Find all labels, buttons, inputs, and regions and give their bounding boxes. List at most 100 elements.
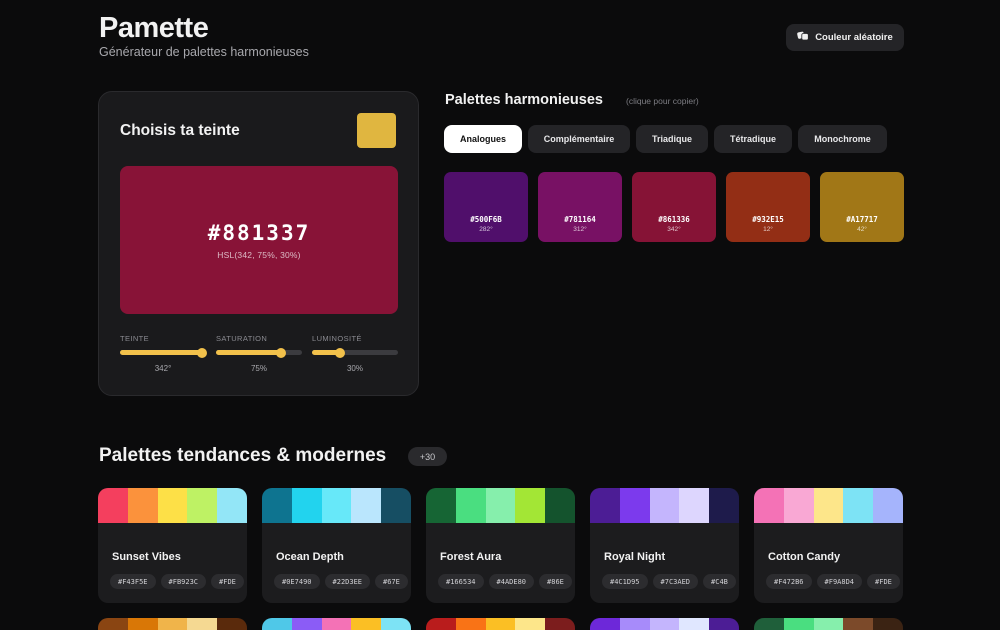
palette-card[interactable]: Cotton Candy #F472B6 #F9A8D4 #FDE — [754, 488, 903, 603]
hex-chip[interactable]: #4C1D95 — [602, 574, 648, 589]
saturation-slider-thumb[interactable] — [275, 347, 286, 358]
hex-chip[interactable]: #FDE — [867, 574, 900, 589]
hex-chip[interactable]: #C4B — [703, 574, 736, 589]
palette-color[interactable] — [157, 618, 188, 630]
palette-card[interactable]: Sunset Vibes #F43F5E #FB923C #FDE — [98, 488, 247, 603]
hex-chip[interactable]: #22D3EE — [324, 574, 371, 589]
palette-color[interactable] — [217, 488, 247, 523]
hex-chip[interactable]: #7C3AED — [652, 574, 699, 589]
palette-card[interactable]: Forest Aura #166534 #4ADE80 #86E — [426, 488, 575, 603]
palette-color[interactable] — [351, 618, 382, 630]
saturation-slider-track[interactable] — [216, 347, 302, 358]
palette-color[interactable] — [679, 488, 710, 523]
palette-card[interactable] — [426, 618, 575, 630]
tab-tetradique[interactable]: Tétradique — [714, 125, 792, 153]
hex-chip[interactable]: #FDE — [211, 574, 244, 589]
palette-color[interactable] — [98, 618, 128, 630]
palette-color[interactable] — [426, 488, 456, 523]
palette-color[interactable] — [545, 618, 575, 630]
palette-color[interactable] — [426, 618, 456, 630]
saturation-slider[interactable]: SATURATION 75% — [216, 334, 302, 373]
palette-color[interactable] — [783, 488, 814, 523]
palette-color[interactable] — [291, 618, 322, 630]
palette-color[interactable] — [381, 618, 411, 630]
palette-card[interactable] — [590, 618, 739, 630]
palette-color[interactable] — [291, 488, 322, 523]
palette-color[interactable] — [649, 488, 680, 523]
palette-color[interactable] — [455, 488, 486, 523]
harmony-swatch[interactable]: #932E15 12° — [726, 172, 810, 242]
palette-color[interactable] — [754, 618, 784, 630]
palette-color[interactable] — [217, 618, 247, 630]
palette-color[interactable] — [187, 488, 218, 523]
palette-color[interactable] — [455, 618, 486, 630]
palette-color[interactable] — [187, 618, 218, 630]
palette-color[interactable] — [873, 618, 903, 630]
palette-color[interactable] — [381, 488, 411, 523]
harmony-swatch[interactable]: #781164 312° — [538, 172, 622, 242]
palette-color[interactable] — [262, 618, 292, 630]
palette-color[interactable] — [98, 488, 128, 523]
color-preview[interactable]: #881337 HSL(342, 75%, 30%) — [120, 166, 398, 314]
palette-color[interactable] — [649, 618, 680, 630]
palette-card[interactable]: Royal Night #4C1D95 #7C3AED #C4B — [590, 488, 739, 603]
hex-chip[interactable]: #67E — [375, 574, 408, 589]
palette-color[interactable] — [754, 488, 784, 523]
palette-card[interactable]: Ocean Depth #0E7490 #22D3EE #67E — [262, 488, 411, 603]
palette-color[interactable] — [321, 618, 352, 630]
palette-color[interactable] — [619, 618, 650, 630]
lightness-slider[interactable]: LUMINOSITÉ 30% — [312, 334, 398, 373]
selected-color-swatch[interactable] — [357, 113, 396, 148]
palette-color[interactable] — [813, 618, 844, 630]
saturation-slider-label: SATURATION — [216, 334, 268, 343]
hex-chip[interactable]: #0E7490 — [274, 574, 320, 589]
palette-color[interactable] — [843, 618, 874, 630]
palette-color[interactable] — [843, 488, 874, 523]
random-color-button[interactable]: Couleur aléatoire — [786, 24, 904, 51]
hex-chip[interactable]: #F472B6 — [766, 574, 812, 589]
hex-chip[interactable]: #FB923C — [160, 574, 207, 589]
palette-color[interactable] — [813, 488, 844, 523]
palette-color[interactable] — [783, 618, 814, 630]
palette-color[interactable] — [619, 488, 650, 523]
hex-chip[interactable]: #F9A8D4 — [816, 574, 863, 589]
palette-card[interactable] — [98, 618, 247, 630]
hex-chip[interactable]: #4ADE80 — [488, 574, 535, 589]
lightness-slider-track[interactable] — [312, 347, 398, 358]
palette-color[interactable] — [157, 488, 188, 523]
palette-color[interactable] — [590, 618, 620, 630]
palette-color[interactable] — [679, 618, 710, 630]
tab-analogues[interactable]: Analogues — [444, 125, 522, 153]
palette-color[interactable] — [515, 618, 546, 630]
palette-color[interactable] — [127, 488, 158, 523]
palette-color[interactable] — [873, 488, 903, 523]
hue-slider-track[interactable] — [120, 347, 207, 358]
palette-stripes — [590, 618, 739, 630]
palette-card[interactable] — [262, 618, 411, 630]
harmony-swatch[interactable]: #A17717 42° — [820, 172, 904, 242]
palette-color[interactable] — [351, 488, 382, 523]
palette-color[interactable] — [545, 488, 575, 523]
tab-triadique[interactable]: Triadique — [636, 125, 708, 153]
palette-color[interactable] — [709, 488, 739, 523]
harmony-swatch[interactable]: #500F6B 282° — [444, 172, 528, 242]
palette-color[interactable] — [262, 488, 292, 523]
tab-monochrome[interactable]: Monochrome — [798, 125, 887, 153]
tab-complementaire[interactable]: Complémentaire — [528, 125, 630, 153]
palette-card[interactable] — [754, 618, 903, 630]
hex-chip[interactable]: #F43F5E — [110, 574, 156, 589]
palette-chips: #0E7490 #22D3EE #67E — [274, 574, 408, 589]
hex-chip[interactable]: #166534 — [438, 574, 484, 589]
palette-color[interactable] — [321, 488, 352, 523]
palette-color[interactable] — [590, 488, 620, 523]
palette-color[interactable] — [709, 618, 739, 630]
palette-color[interactable] — [485, 488, 516, 523]
palette-color[interactable] — [485, 618, 516, 630]
hue-slider[interactable]: TEINTE 342° — [120, 334, 207, 373]
palette-color[interactable] — [127, 618, 158, 630]
hue-slider-thumb[interactable] — [196, 347, 207, 358]
palette-color[interactable] — [515, 488, 546, 523]
lightness-slider-thumb[interactable] — [335, 347, 346, 358]
hex-chip[interactable]: #86E — [539, 574, 572, 589]
harmony-swatch[interactable]: #861336 342° — [632, 172, 716, 242]
